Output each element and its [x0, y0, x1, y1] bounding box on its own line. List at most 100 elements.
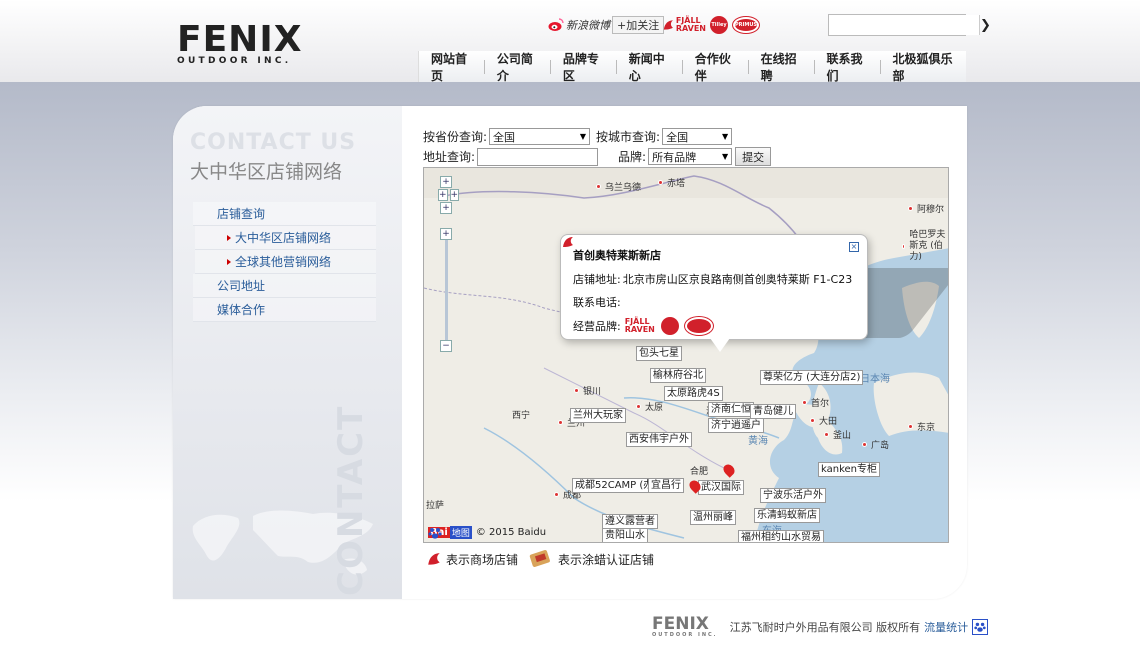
stats-paw-icon[interactable] — [972, 619, 989, 635]
sea-label: 日本海 — [860, 374, 890, 385]
nav-contact[interactable]: 联系我们 — [815, 51, 880, 83]
zoom-in-icon[interactable]: + — [440, 228, 452, 240]
store-label[interactable]: 乐清蚂蚁新店 — [754, 508, 820, 523]
search-input[interactable] — [829, 15, 979, 35]
menu-greater-china-stores[interactable]: 大中华区店铺网络 — [195, 226, 376, 250]
menu-media-cooperation[interactable]: 媒体合作 — [193, 298, 376, 322]
city-marker: 西宁 — [512, 411, 531, 421]
store-label[interactable]: 济宁逍遥户 — [708, 418, 764, 433]
fox-icon — [428, 553, 440, 565]
store-label[interactable]: 尊荣亿方 (大连分店2) — [760, 370, 864, 385]
footer-logo: FENIX OUTDOOR INC. — [652, 616, 718, 639]
fenix-logo[interactable]: FENIX OUTDOOR INC. — [177, 19, 303, 70]
brand-label: 品牌: — [618, 150, 647, 164]
store-label[interactable]: 福州相约山水贸易 — [738, 530, 824, 542]
city-marker: 大田 — [810, 414, 837, 427]
fjallraven-logo[interactable]: FJÄLL RAVEN — [662, 15, 706, 35]
weibo-label: 新浪微博 — [566, 19, 610, 32]
footer-copyright: 江苏飞耐时户外用品有限公司 版权所有 — [729, 621, 921, 634]
search-submit-icon[interactable]: ❯ — [979, 15, 991, 35]
city-marker: 银川 — [574, 384, 601, 397]
city-label: 按城市查询: — [596, 130, 661, 144]
nav-jobs[interactable]: 在线招聘 — [749, 51, 814, 83]
fjallraven-text: FJÄLL RAVEN — [675, 16, 706, 33]
nav-partners[interactable]: 合作伙伴 — [683, 51, 748, 83]
primus-logo[interactable]: PRIMUS — [733, 17, 759, 33]
paw-icon — [428, 528, 442, 539]
menu-store-search[interactable]: 店铺查询 — [193, 202, 376, 226]
city-marker: 乌兰乌德 — [596, 180, 641, 193]
nav-brands[interactable]: 品牌专区 — [551, 51, 616, 83]
follow-button[interactable]: +加关注 — [612, 16, 665, 34]
footer-stats-link[interactable]: 流量统计 — [924, 619, 968, 635]
store-label[interactable]: 宁波乐活户外 — [760, 488, 826, 503]
sidebar-menu: 店铺查询 大中华区店铺网络 全球其他营销网络 公司地址 媒体合作 — [193, 202, 376, 322]
popup-primus-logo — [684, 317, 713, 335]
address-input[interactable] — [477, 147, 599, 166]
footer-logo-sub: OUTDOOR INC. — [652, 632, 718, 638]
zoom-slider-track[interactable] — [445, 240, 448, 340]
store-label[interactable]: 济南仁恒 — [708, 402, 754, 417]
dropdown-arrow-icon: ▼ — [721, 152, 729, 161]
footer: FENIX OUTDOOR INC. 江苏飞耐时户外用品有限公司 版权所有 流量统… — [652, 616, 989, 639]
popup-store-name: 首创奥特莱斯新店 — [573, 249, 661, 262]
pan-down-icon[interactable]: + — [440, 202, 452, 214]
store-label[interactable]: 成都52CAMP (办 — [572, 478, 657, 493]
province-label: 按省份查询: — [423, 130, 488, 144]
zoom-out-icon[interactable]: − — [440, 340, 452, 352]
logo-subtitle: OUTDOOR INC. — [177, 56, 292, 66]
store-label[interactable]: 包头七星 — [636, 346, 682, 361]
store-label[interactable]: 遵义露营者 — [602, 514, 658, 529]
city-value: 全国 — [666, 130, 689, 144]
nav-news[interactable]: 新闻中心 — [617, 51, 682, 83]
city-select[interactable]: 全国 ▼ — [662, 128, 733, 145]
map-legend: 表示商场店铺 表示涂蜡认证店铺 — [426, 549, 654, 569]
store-label[interactable]: 榆林府谷北 — [650, 368, 706, 383]
store-label[interactable]: 西安伟宇户外 — [626, 432, 692, 447]
submit-button[interactable]: 提交 — [735, 147, 772, 166]
brand-select[interactable]: 所有品牌 ▼ — [648, 148, 733, 165]
store-label[interactable]: 兰州大玩家 — [570, 408, 626, 423]
baidu-attribution: Bai 地图 © 2015 Baidu — [428, 526, 546, 539]
store-map[interactable]: + + + + + − 乌兰乌德 赤塔 阿穆尔 哈巴罗夫斯克 (伯力) 银川 西宁… — [423, 167, 949, 543]
city-marker: 拉萨 — [426, 501, 445, 511]
pan-up-icon[interactable]: + — [440, 176, 452, 188]
sea-label: 黄海 — [748, 436, 768, 447]
baidu-copyright: © 2015 Baidu — [475, 527, 547, 538]
city-marker: 广岛 — [862, 438, 889, 451]
popup-address: 北京市房山区京良路南侧首创奥特莱斯 F1-C23 — [622, 273, 853, 286]
fox-icon — [663, 20, 673, 30]
sidebar-vertical-watermark: CONTACT — [331, 404, 371, 596]
store-label[interactable]: 宜昌行 — [648, 478, 684, 493]
city-marker: 东京 — [908, 420, 935, 433]
close-icon[interactable]: × — [849, 242, 859, 252]
nav-about[interactable]: 公司简介 — [485, 51, 550, 83]
fox-icon — [563, 237, 573, 247]
city-marker: 赤塔 — [658, 176, 685, 189]
city-marker: 阿穆尔 — [908, 202, 944, 215]
baidu-logo-map: 地图 — [449, 526, 472, 539]
address-label: 地址查询: — [423, 150, 476, 164]
province-select[interactable]: 全国 ▼ — [489, 128, 591, 145]
menu-company-address[interactable]: 公司地址 — [193, 274, 376, 298]
store-label[interactable]: 武汉国际 — [698, 480, 744, 495]
store-label[interactable]: 温州丽峰 — [690, 510, 736, 525]
store-label[interactable]: kanken专柜 — [818, 462, 881, 477]
store-label[interactable]: 太原路虎4S — [664, 386, 723, 401]
menu-global-network[interactable]: 全球其他营销网络 — [195, 250, 376, 274]
nav-home[interactable]: 网站首页 — [419, 51, 484, 83]
logo-wordmark: FENIX — [177, 19, 303, 60]
city-marker: 合肥 — [690, 467, 709, 477]
popup-brand-label: 经营品牌: — [573, 320, 621, 333]
pan-left-icon[interactable]: + — [438, 189, 448, 201]
weibo-link[interactable]: 新浪微博 — [548, 16, 610, 34]
city-marker: 哈巴罗夫斯克 (伯力) — [902, 230, 948, 263]
pan-right-icon[interactable]: + — [449, 189, 460, 201]
brand-value: 所有品牌 — [652, 150, 697, 164]
popup-address-label: 店铺地址: — [573, 273, 621, 286]
tilley-logo[interactable]: Tilley — [710, 16, 728, 34]
store-label[interactable]: 青岛健儿 — [750, 404, 796, 419]
sidebar-title-en: CONTACT US — [190, 130, 357, 155]
store-label[interactable]: 贵阳山水 — [602, 528, 648, 542]
nav-club[interactable]: 北极狐俱乐部 — [880, 51, 966, 83]
